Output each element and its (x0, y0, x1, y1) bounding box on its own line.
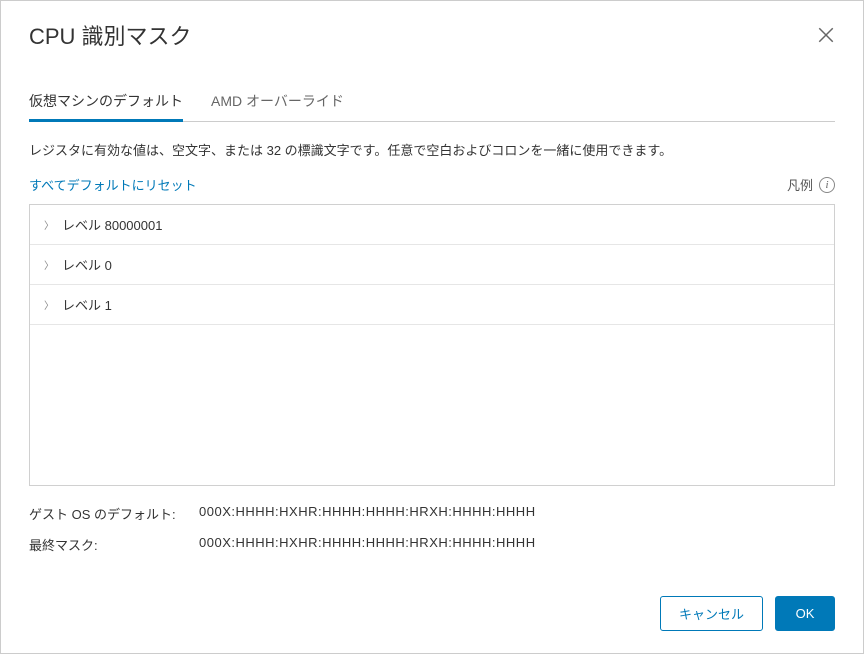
ok-button[interactable]: OK (775, 596, 835, 631)
description-text: レジスタに有効な値は、空文字、または 32 の標識文字です。任意で空白およびコロ… (29, 140, 835, 159)
dialog-body: 仮想マシンのデフォルト AMD オーバーライド レジスタに有効な値は、空文字、ま… (1, 65, 863, 576)
cpu-mask-dialog: CPU 識別マスク 仮想マシンのデフォルト AMD オーバーライド レジスタに有… (1, 1, 863, 653)
tab-label: AMD オーバーライド (211, 93, 344, 109)
legend: 凡例 i (787, 175, 835, 194)
chevron-right-icon: 〉 (44, 257, 52, 272)
tab-bar: 仮想マシンのデフォルト AMD オーバーライド (29, 83, 835, 122)
toolbar: すべてデフォルトにリセット 凡例 i (29, 175, 835, 194)
final-mask-value: 000X:HHHH:HXHR:HHHH:HHHH:HRXH:HHHH:HHHH (199, 535, 536, 554)
reset-all-link[interactable]: すべてデフォルトにリセット (29, 175, 197, 194)
chevron-right-icon: 〉 (44, 217, 52, 232)
tab-label: 仮想マシンのデフォルト (29, 93, 183, 109)
level-row[interactable]: 〉 レベル 0 (30, 245, 834, 285)
level-label: レベル 0 (62, 255, 112, 274)
level-row[interactable]: 〉 レベル 80000001 (30, 205, 834, 245)
guest-default-value: 000X:HHHH:HXHR:HHHH:HHHH:HRXH:HHHH:HHHH (199, 504, 536, 523)
tab-amd-override[interactable]: AMD オーバーライド (211, 83, 344, 122)
tab-vm-default[interactable]: 仮想マシンのデフォルト (29, 83, 183, 122)
level-row[interactable]: 〉 レベル 1 (30, 285, 834, 325)
summary-row-final-mask: 最終マスク: 000X:HHHH:HXHR:HHHH:HHHH:HRXH:HHH… (29, 535, 835, 554)
guest-default-label: ゲスト OS のデフォルト: (29, 504, 199, 523)
info-icon[interactable]: i (819, 177, 835, 193)
level-label: レベル 1 (62, 295, 112, 314)
dialog-header: CPU 識別マスク (1, 1, 863, 65)
close-icon[interactable] (817, 26, 835, 44)
final-mask-label: 最終マスク: (29, 535, 199, 554)
dialog-footer: キャンセル OK (1, 576, 863, 653)
dialog-title: CPU 識別マスク (29, 19, 192, 51)
cancel-button[interactable]: キャンセル (660, 596, 763, 631)
levels-list[interactable]: 〉 レベル 80000001 〉 レベル 0 〉 レベル 1 (29, 204, 835, 486)
summary: ゲスト OS のデフォルト: 000X:HHHH:HXHR:HHHH:HHHH:… (29, 504, 835, 566)
chevron-right-icon: 〉 (44, 297, 52, 312)
legend-label: 凡例 (787, 175, 813, 194)
summary-row-guest-default: ゲスト OS のデフォルト: 000X:HHHH:HXHR:HHHH:HHHH:… (29, 504, 835, 523)
level-label: レベル 80000001 (62, 215, 162, 234)
